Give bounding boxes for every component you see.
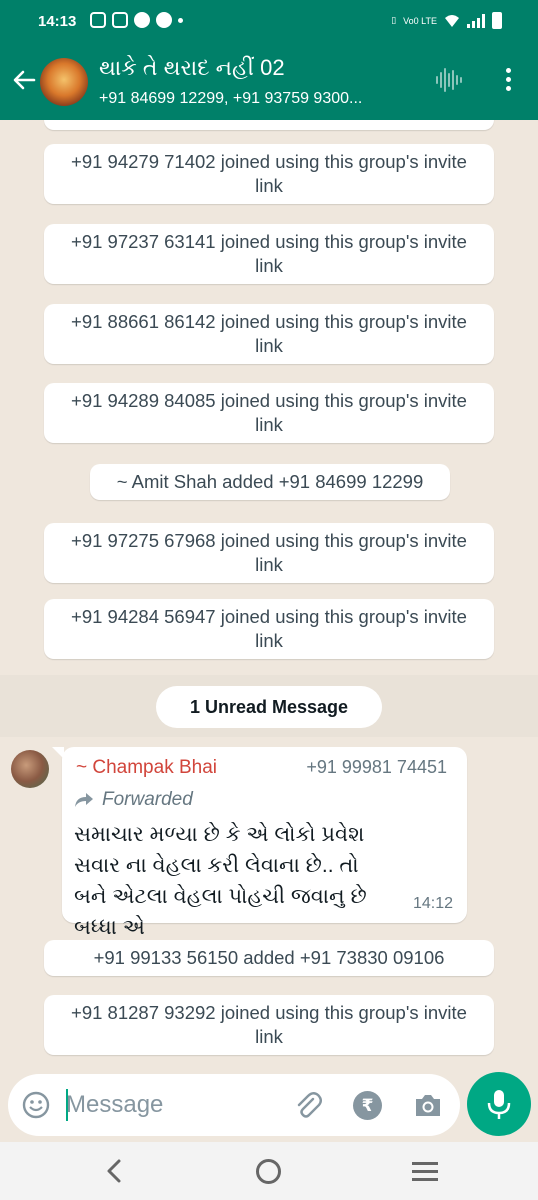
message-text: સમાચાર મળ્યા છે કે એ લોકો પ્રવેશ સવાર ના… <box>74 823 367 939</box>
system-icons: ▯ Vo0 LTE <box>391 12 502 29</box>
payment-icon[interactable]: ₹ <box>353 1091 382 1120</box>
telegram-icon <box>156 12 172 28</box>
system-message: +91 94284 56947 joined using this group'… <box>44 599 494 659</box>
forward-arrow-icon <box>75 793 93 807</box>
signal-icon <box>467 13 485 28</box>
wifi-icon <box>445 14 459 27</box>
system-message: +91 94279 71402 joined using this group'… <box>44 144 494 204</box>
vibrate-icon: ▯ <box>391 15 397 25</box>
nav-home-icon[interactable] <box>256 1159 281 1184</box>
nav-back-icon[interactable] <box>104 1158 124 1184</box>
back-arrow-icon[interactable] <box>10 66 38 94</box>
system-message: +91 97237 63141 joined using this group'… <box>44 224 494 284</box>
system-message: +91 94289 84085 joined using this group'… <box>44 383 494 443</box>
sender-phone: +91 99981 74451 <box>306 757 447 777</box>
more-notifications-icon <box>178 18 183 23</box>
group-members[interactable]: +91 84699 12299, +91 93759 9300... <box>99 90 362 108</box>
message-bubble[interactable]: ~ Champak Bhai +91 99981 74451 Forwarded… <box>52 747 467 939</box>
unread-badge: 1 Unread Message <box>156 686 382 728</box>
microphone-icon <box>487 1090 511 1119</box>
system-message-partial <box>44 120 494 130</box>
system-message: +91 81287 93292 joined using this group'… <box>44 995 494 1055</box>
more-options-icon[interactable] <box>498 68 518 96</box>
message-input[interactable] <box>66 1088 266 1122</box>
group-avatar[interactable] <box>40 58 88 106</box>
system-message: +91 99133 56150 added +91 73830 09106 <box>44 940 494 976</box>
volte-icon: Vo0 LTE <box>403 15 437 26</box>
camera-icon[interactable] <box>413 1091 443 1119</box>
status-bar: 14:13 ▯ Vo0 LTE <box>0 0 538 42</box>
telegram-icon <box>134 12 150 28</box>
nav-recents-icon[interactable] <box>412 1162 438 1182</box>
system-message: +91 88661 86142 joined using this group'… <box>44 304 494 364</box>
attach-icon[interactable] <box>293 1090 323 1120</box>
chat-header: થાકે તે થરાદ નહીં 02 +91 84699 12299, +9… <box>0 42 538 120</box>
forwarded-text: Forwarded <box>102 789 193 810</box>
forwarded-label: Forwarded <box>74 789 193 811</box>
system-message: +91 97275 67968 joined using this group'… <box>44 523 494 583</box>
system-message: ~ Amit Shah added +91 84699 12299 <box>90 464 450 500</box>
status-time: 14:13 <box>38 13 77 30</box>
sender-name[interactable]: ~ Champak Bhai <box>76 757 217 779</box>
voice-call-icon[interactable] <box>436 66 464 94</box>
sender-avatar[interactable] <box>11 750 49 788</box>
instagram-icon <box>112 12 128 28</box>
chat-area[interactable]: +91 94279 71402 joined using this group'… <box>0 120 538 1070</box>
voice-message-button[interactable] <box>467 1072 531 1136</box>
system-nav-bar <box>0 1142 538 1200</box>
emoji-icon[interactable] <box>22 1091 50 1119</box>
group-title[interactable]: થાકે તે થરાદ નહીં 02 <box>99 55 285 81</box>
notification-icons <box>90 12 183 28</box>
message-time: 14:12 <box>412 895 453 912</box>
message-composer: ₹ <box>8 1074 460 1136</box>
instagram-icon <box>90 12 106 28</box>
battery-icon <box>492 12 502 29</box>
